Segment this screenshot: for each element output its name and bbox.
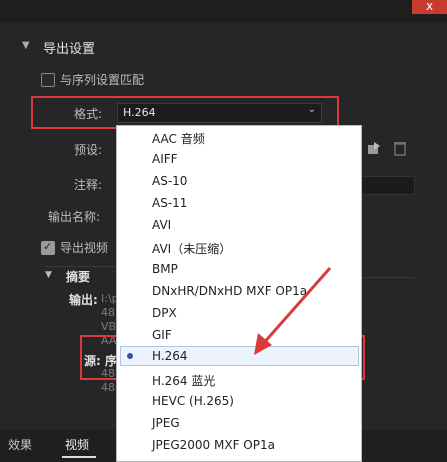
- annotation-arrow-icon: [254, 267, 332, 355]
